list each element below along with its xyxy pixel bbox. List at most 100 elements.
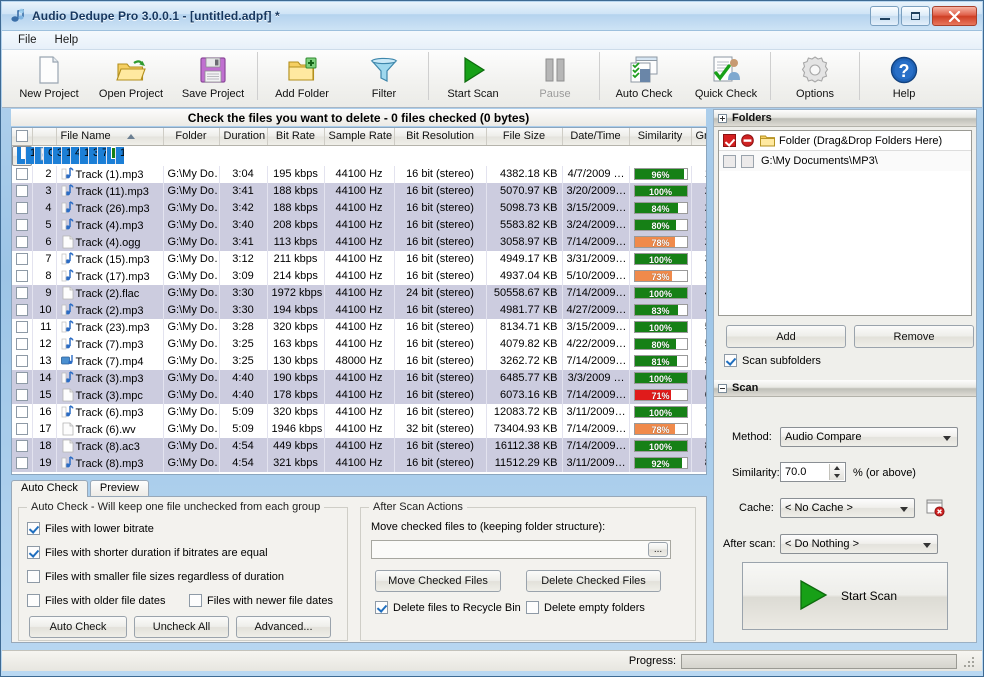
row-checkbox[interactable]: [16, 457, 28, 469]
row-checkbox-cell[interactable]: [12, 200, 32, 217]
folder-list-item[interactable]: G:\My Documents\MP3\: [719, 151, 971, 171]
row-checkbox[interactable]: [16, 304, 28, 316]
remove-folder-button[interactable]: Remove: [854, 325, 974, 348]
row-checkbox-cell[interactable]: [12, 217, 32, 234]
row-checkbox[interactable]: [16, 202, 28, 214]
checkbox-icon[interactable]: [27, 594, 40, 607]
toolbar-start-scan[interactable]: Start Scan: [432, 50, 514, 106]
row-checkbox[interactable]: [16, 372, 28, 384]
row-checkbox-cell[interactable]: [12, 421, 32, 438]
delete-checked-files-button[interactable]: Delete Checked Files: [526, 570, 661, 592]
col-header-file-name[interactable]: File Name: [56, 128, 163, 145]
table-row[interactable]: 14Track (3).mp3G:\My Do…4:40190 kbps4410…: [12, 370, 707, 387]
row-checkbox[interactable]: [16, 321, 28, 333]
clear-cache-icon[interactable]: [926, 498, 945, 520]
option-smaller-size[interactable]: Files with smaller file sizes regardless…: [27, 570, 284, 583]
col-header-checkbox[interactable]: [12, 128, 32, 145]
scan-section-header[interactable]: Scan: [714, 380, 976, 397]
checkbox-icon[interactable]: [526, 601, 539, 614]
move-checked-files-button[interactable]: Move Checked Files: [375, 570, 501, 592]
move-target-path-input[interactable]: ...: [371, 540, 671, 559]
minimize-button[interactable]: [870, 6, 899, 26]
row-checkbox-cell[interactable]: [12, 370, 32, 387]
select-all-checkbox[interactable]: [16, 130, 28, 142]
col-header-group[interactable]: Group: [691, 128, 707, 145]
row-checkbox-cell[interactable]: [12, 251, 32, 268]
row-checkbox-cell[interactable]: [12, 234, 32, 251]
row-checkbox[interactable]: [16, 355, 28, 367]
expand-icon[interactable]: [718, 114, 727, 123]
table-row[interactable]: 1Track (1).aiffG:\My Do…3:041418 kbps441…: [12, 146, 32, 166]
add-folder-button[interactable]: Add: [726, 325, 846, 348]
close-button[interactable]: [932, 6, 977, 26]
maximize-button[interactable]: [901, 6, 930, 26]
table-row[interactable]: 2Track (1).mp3G:\My Do…3:04195 kbps44100…: [12, 166, 707, 183]
table-row[interactable]: 16Track (6).mp3G:\My Do…5:09320 kbps4410…: [12, 404, 707, 421]
table-row[interactable]: 7Track (15).mp3G:\My Do…3:12211 kbps4410…: [12, 251, 707, 268]
table-row[interactable]: 12Track (7).mp3G:\My Do…3:25163 kbps4410…: [12, 336, 707, 353]
table-row[interactable]: 6Track (4).oggG:\My Do…3:41113 kbps44100…: [12, 234, 707, 251]
browse-folder-button[interactable]: ...: [648, 542, 668, 557]
menu-help[interactable]: Help: [47, 32, 87, 48]
collapse-icon[interactable]: [718, 384, 727, 393]
col-header-duration[interactable]: Duration: [219, 128, 267, 145]
toolbar-auto-check[interactable]: Auto Check: [603, 50, 685, 106]
row-checkbox[interactable]: [16, 338, 28, 350]
col-header-rownum[interactable]: [32, 128, 56, 145]
col-header-bit-rate[interactable]: Bit Rate: [267, 128, 324, 145]
toolbar-add-folder[interactable]: Add Folder: [261, 50, 343, 106]
row-checkbox[interactable]: [16, 423, 28, 435]
toolbar-options[interactable]: Options: [774, 50, 856, 106]
option-delete-empty-folders[interactable]: Delete empty folders: [526, 601, 645, 614]
auto-check-button[interactable]: Auto Check: [29, 616, 127, 638]
row-checkbox-cell[interactable]: [12, 302, 32, 319]
checkbox-icon[interactable]: [189, 594, 202, 607]
scan-subfolders-option[interactable]: Scan subfolders: [724, 354, 821, 367]
option-shorter-duration[interactable]: Files with shorter duration if bitrates …: [27, 546, 268, 559]
uncheck-all-button[interactable]: Uncheck All: [134, 616, 229, 638]
table-row[interactable]: 13Track (7).mp4G:\My Do…3:25130 kbps4800…: [12, 353, 707, 370]
row-checkbox-cell[interactable]: [12, 455, 32, 472]
col-header-bit-resolution[interactable]: Bit Resolution: [394, 128, 486, 145]
exclude-checkbox[interactable]: [741, 155, 754, 168]
row-checkbox-cell[interactable]: [12, 285, 32, 302]
table-row[interactable]: 18Track (8).ac3G:\My Do…4:54449 kbps4410…: [12, 438, 707, 455]
row-checkbox-cell[interactable]: [12, 336, 32, 353]
red-check-icon[interactable]: [723, 134, 736, 147]
folders-section-header[interactable]: Folders: [714, 110, 976, 127]
row-checkbox-cell[interactable]: [12, 183, 32, 200]
toolbar-new-project[interactable]: New Project: [8, 50, 90, 106]
spinner-arrows[interactable]: [829, 464, 844, 480]
col-header-file-size[interactable]: File Size: [486, 128, 562, 145]
resize-grip[interactable]: [962, 655, 974, 667]
toolbar-help[interactable]: ? Help: [863, 50, 945, 106]
menu-file[interactable]: File: [10, 32, 45, 48]
row-checkbox-cell[interactable]: [12, 319, 32, 336]
option-recycle-bin[interactable]: Delete files to Recycle Bin: [375, 601, 521, 614]
table-row[interactable]: 17Track (6).wvG:\My Do…5:091946 kbps4410…: [12, 421, 707, 438]
row-checkbox-cell[interactable]: [12, 353, 32, 370]
option-older-dates[interactable]: Files with older file dates: [27, 594, 165, 607]
checkbox-icon[interactable]: [27, 546, 40, 559]
table-row[interactable]: 5Track (4).mp3G:\My Do…3:40208 kbps44100…: [12, 217, 707, 234]
row-checkbox-cell[interactable]: [12, 387, 32, 404]
row-checkbox[interactable]: [16, 440, 28, 452]
start-scan-button[interactable]: Start Scan: [742, 562, 948, 630]
table-row[interactable]: 11Track (23).mp3G:\My Do…3:28320 kbps441…: [12, 319, 707, 336]
cache-select[interactable]: < No Cache >: [780, 498, 915, 518]
toolbar-filter[interactable]: Filter: [343, 50, 425, 106]
table-row[interactable]: 19Track (8).mp3G:\My Do…4:54321 kbps4410…: [12, 455, 707, 472]
include-checkbox[interactable]: [723, 155, 736, 168]
table-row[interactable]: 9Track (2).flacG:\My Do…3:301972 kbps441…: [12, 285, 707, 302]
after-scan-select[interactable]: < Do Nothing >: [780, 534, 938, 554]
row-checkbox[interactable]: [16, 219, 28, 231]
table-row[interactable]: 4Track (26).mp3G:\My Do…3:42188 kbps4410…: [12, 200, 707, 217]
no-entry-icon[interactable]: [736, 134, 758, 147]
row-checkbox-cell[interactable]: [12, 438, 32, 455]
toolbar-open-project[interactable]: Open Project: [90, 50, 172, 106]
method-select[interactable]: Audio Compare: [780, 427, 958, 447]
tab-auto-check[interactable]: Auto Check: [11, 480, 88, 497]
folders-list[interactable]: Folder (Drag&Drop Folders Here) G:\My Do…: [718, 130, 972, 316]
tab-preview[interactable]: Preview: [90, 480, 149, 497]
option-newer-dates[interactable]: Files with newer file dates: [189, 594, 333, 607]
